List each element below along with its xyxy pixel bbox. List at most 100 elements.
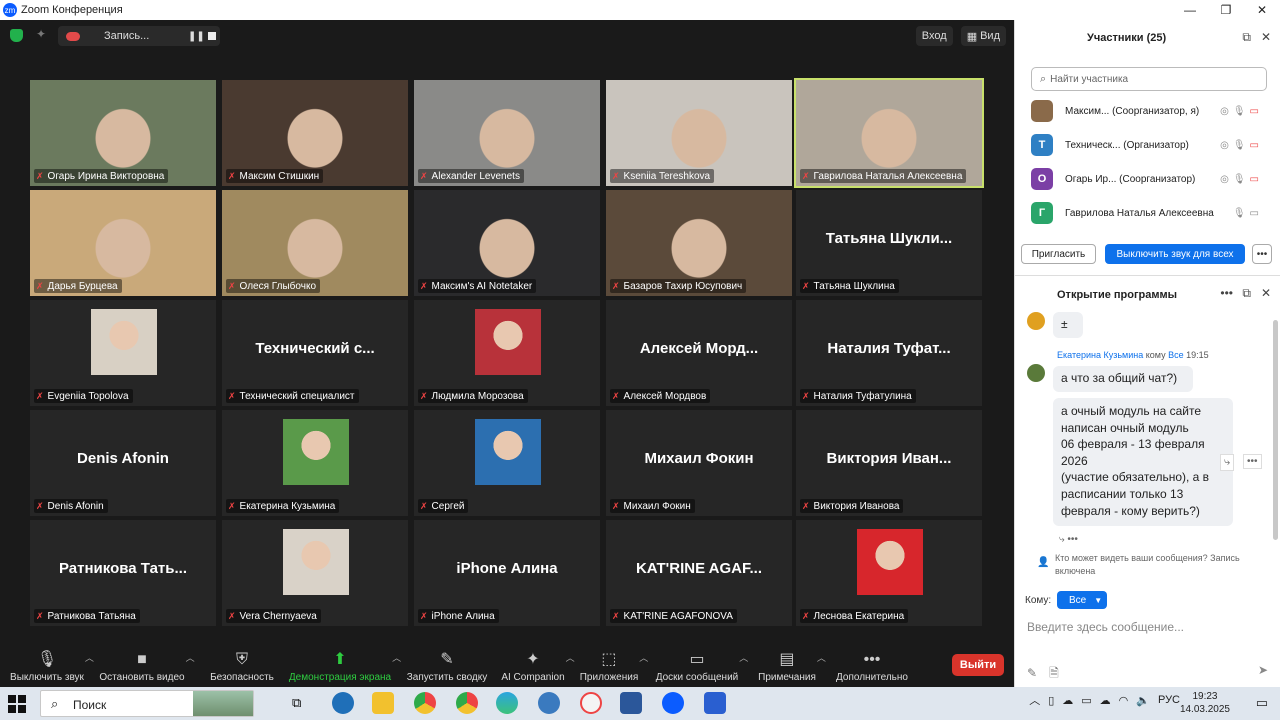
chevron-up-icon[interactable]: ︿ [739, 651, 748, 664]
participant-tile[interactable]: ✗ Alexander Levenets [414, 80, 600, 186]
participant-search-input[interactable]: ⌕ Найти участника [1031, 67, 1267, 91]
chrome-icon[interactable] [414, 692, 436, 714]
participant-tile[interactable]: ✗ Evgeniia Topolova [30, 300, 216, 406]
participant-tile[interactable]: iPhone Алина ✗ iPhone Алина [414, 520, 600, 626]
zoom-app-icon[interactable] [662, 692, 684, 714]
send-icon[interactable]: ➤ [1258, 663, 1268, 677]
app-icon[interactable] [704, 692, 726, 714]
participant-tile[interactable]: ✗ Екатерина Кузьмина [222, 410, 408, 516]
language-indicator[interactable]: РУС [1158, 694, 1180, 706]
message-input[interactable] [1027, 617, 1267, 637]
chat-popout-icon[interactable]: ⧉ [1242, 286, 1251, 301]
recording-notice[interactable]: Кто может видеть ваши сообщения? Запись … [1055, 552, 1265, 578]
view-button[interactable]: ▦ Вид [960, 26, 1006, 46]
participant-tile[interactable]: ✗ Базаров Тахир Юсупович [606, 190, 792, 296]
chevron-up-icon[interactable]: ︿ [566, 651, 575, 664]
edge-icon[interactable] [496, 692, 518, 714]
toolbar-button[interactable]: ▤ Примечания ︿ [758, 645, 826, 687]
participant-tile[interactable]: ✗ Леснова Екатерина [796, 520, 982, 626]
chrome-icon-2[interactable] [456, 692, 478, 714]
toolbar-button[interactable]: ⬆ Демонстрация экрана ︿ [289, 645, 401, 687]
cloud-sync-icon[interactable]: ☁ [1100, 694, 1111, 707]
toolbar-button[interactable]: ⛨ Безопасность [210, 645, 274, 687]
participant-tile[interactable]: ✗ Максим Стишкин [222, 80, 408, 186]
participant-row[interactable]: Г Гаврилова Наталья Алексеевна 🎙▭ [1031, 200, 1269, 226]
participant-tile[interactable]: Михаил Фокин ✗ Михаил Фокин [606, 410, 792, 516]
participant-tile[interactable]: Ратникова Тать... ✗ Ратникова Татьяна [30, 520, 216, 626]
stop-recording-icon[interactable] [208, 32, 216, 40]
recipient-select[interactable]: Все ▼ [1057, 591, 1107, 609]
encryption-shield-icon[interactable] [10, 29, 23, 42]
file-explorer-icon[interactable] [372, 692, 394, 714]
leave-button[interactable]: Выйти [952, 654, 1004, 676]
participant-tile[interactable]: ✗ Олеся Глыбочко [222, 190, 408, 296]
toolbar-button[interactable]: ■ Остановить видео ︿ [99, 645, 194, 687]
chevron-up-icon[interactable]: ︿ [1029, 692, 1040, 708]
minimize-button[interactable]: — [1172, 0, 1208, 20]
participant-tile[interactable]: Наталия Туфат... ✗ Наталия Туфатулина [796, 300, 982, 406]
invite-button[interactable]: Пригласить [1021, 244, 1096, 264]
participant-tile[interactable]: Denis Afonin ✗ Denis Afonin [30, 410, 216, 516]
chevron-up-icon[interactable]: ︿ [639, 651, 648, 664]
notification-icon[interactable]: ▭ [1256, 695, 1268, 711]
windows-start-icon[interactable] [8, 695, 26, 713]
chevron-up-icon[interactable]: ︿ [186, 651, 195, 664]
chat-close-icon[interactable]: ✕ [1261, 286, 1271, 300]
participant-row[interactable]: Максим... (Соорганизатор, я) ◎🎙▭ [1031, 98, 1269, 124]
toolbar-button[interactable]: ▭ Доски сообщений ︿ [656, 645, 749, 687]
cloud-icon[interactable]: ☁ [1062, 694, 1073, 707]
participant-tile[interactable]: Технический с... ✗ Технический специалист [222, 300, 408, 406]
battery-icon[interactable]: ▭ [1081, 694, 1091, 707]
chevron-up-icon[interactable]: ︿ [392, 651, 401, 664]
thread-icon[interactable]: ⤷ ••• [1059, 534, 1078, 545]
participant-tile[interactable]: Алексей Морд... ✗ Алексей Мордвов [606, 300, 792, 406]
chevron-up-icon[interactable]: ︿ [85, 651, 94, 664]
sender-name[interactable]: Екатерина Кузьмина [1057, 350, 1143, 360]
format-icon[interactable]: ✎ [1027, 666, 1049, 680]
toolbar-button[interactable]: ✦ AI Companion ︿ [501, 645, 574, 687]
participant-tile[interactable]: ✗ Людмила Морозова [414, 300, 600, 406]
file-icon[interactable]: 🗎 [1049, 666, 1071, 680]
participant-tile[interactable]: ✗ Vera Chernyaeva [222, 520, 408, 626]
participant-tile[interactable]: ✗ Сергей [414, 410, 600, 516]
view-in-button[interactable]: Вход [915, 26, 953, 46]
chat-scrollbar[interactable] [1273, 320, 1278, 540]
message-more-icon[interactable]: ••• [1243, 454, 1262, 469]
participant-tile[interactable]: ✗ Kseniia Tereshkova [606, 80, 792, 186]
reply-icon[interactable]: ⤷ [1220, 454, 1235, 471]
participant-tile[interactable]: ✗ Максим's AI Notetaker [414, 190, 600, 296]
participant-tile[interactable]: Виктория Иван... ✗ Виктория Иванова [796, 410, 982, 516]
close-button[interactable]: ✕ [1244, 0, 1280, 20]
maximize-button[interactable]: ❐ [1208, 0, 1244, 20]
participant-tile[interactable]: ✗ Гаврилова Наталья Алексеевна [794, 78, 984, 188]
close-icon[interactable]: ✕ [1261, 30, 1271, 44]
participant-row[interactable]: Т Техническ... (Организатор) ◎🎙▭ [1031, 132, 1269, 158]
wifi-icon[interactable]: ◠ [1119, 694, 1129, 707]
system-clock[interactable]: 19:23 14.03.2025 [1180, 690, 1230, 716]
participant-tile[interactable]: ✗ Огарь Ирина Викторовна [30, 80, 216, 186]
popout-icon[interactable]: ⧉ [1242, 30, 1251, 45]
device-icon[interactable]: ▯ [1048, 694, 1054, 707]
yandex-browser-icon[interactable] [580, 692, 602, 714]
globe-icon[interactable] [538, 692, 560, 714]
word-icon[interactable] [620, 692, 642, 714]
participant-tile[interactable]: KAT'RINE AGAF... ✗ KAT'RINE AGAFONOVA [606, 520, 792, 626]
pause-recording-icon[interactable]: ❚❚ [188, 31, 205, 42]
chevron-up-icon[interactable]: ︿ [817, 651, 826, 664]
mute-all-button[interactable]: Выключить звук для всех [1105, 244, 1245, 264]
participant-tile[interactable]: Татьяна Шукли... ✗ Татьяна Шуклина [796, 190, 982, 296]
taskbar-search-input[interactable]: ⌕ Поиск [40, 690, 254, 717]
edge-dev-icon[interactable] [332, 692, 354, 714]
more-options-button[interactable]: ••• [1252, 244, 1272, 264]
toolbar-button[interactable]: 🎙 Выключить звук ︿ [10, 645, 94, 687]
ai-sparkle-icon[interactable]: ✦ [36, 27, 46, 41]
participant-row[interactable]: О Огарь Ир... (Соорганизатор) ◎🎙▭ [1031, 166, 1269, 192]
task-view-icon[interactable]: ⧉ [292, 695, 301, 711]
toolbar-button[interactable]: ••• Дополнительно [836, 645, 908, 687]
chat-more-icon[interactable]: ••• [1220, 286, 1233, 300]
participant-display-name: Алексей Морд... [639, 340, 759, 357]
toolbar-button[interactable]: ⬚ Приложения ︿ [580, 645, 649, 687]
toolbar-button[interactable]: ✎ Запустить сводку [407, 645, 488, 687]
volume-icon[interactable]: 🔈 [1136, 694, 1150, 707]
participant-tile[interactable]: ✗ Дарья Бурцева [30, 190, 216, 296]
